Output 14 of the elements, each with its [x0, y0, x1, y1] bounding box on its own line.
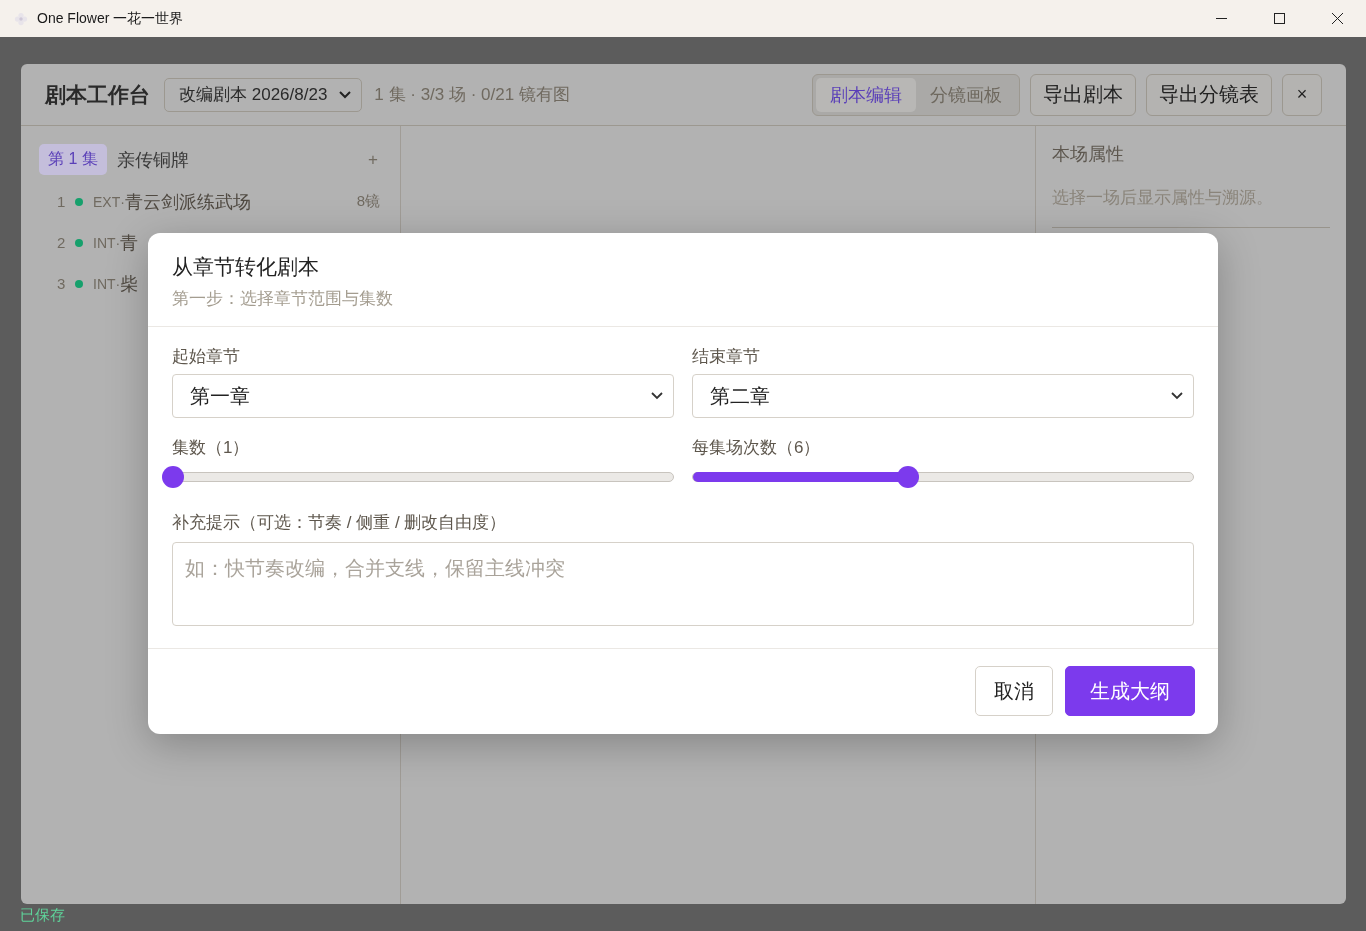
field-label: 补充提示（可选：节奏 / 侧重 / 删改自由度）: [172, 512, 508, 534]
properties-title: 本场属性: [1052, 143, 1125, 166]
window-title: One Flower 一花一世界: [37, 9, 184, 28]
field-label: 起始章节: [172, 346, 241, 368]
episode-badge: 第 1 集: [39, 144, 107, 175]
field-label: 结束章节: [692, 346, 761, 368]
workbench-title: 剧本工作台: [45, 81, 150, 108]
episode-title: 亲传铜牌: [116, 148, 189, 172]
slider-label: 集数（1）: [172, 437, 251, 459]
dialog-title: 从章节转化剧本: [172, 254, 320, 280]
dialog-subtitle: 第一步：选择章节范围与集数: [172, 288, 394, 310]
slider-label: 每集场次数（6）: [692, 437, 822, 459]
save-status: 已保存: [20, 906, 65, 925]
summary-text: 1 集 · 3/3 场 · 0/21 镜有图: [374, 84, 570, 106]
